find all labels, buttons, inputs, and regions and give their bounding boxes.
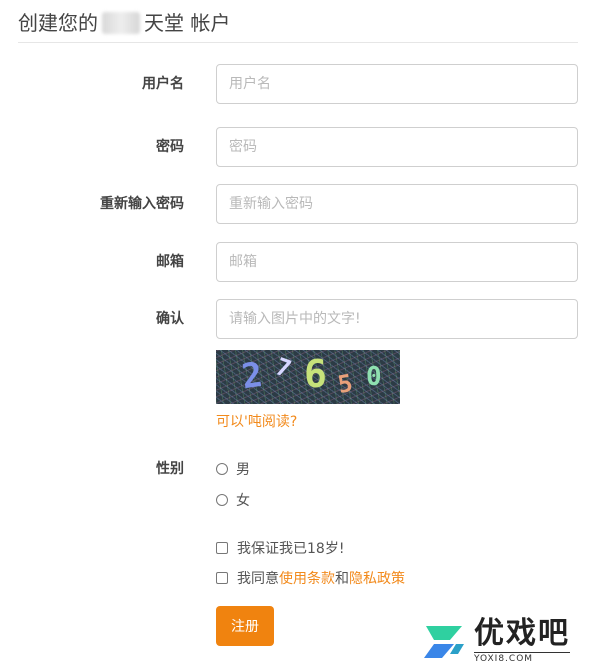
username-row: 用户名: [0, 64, 601, 104]
redacted-text: [102, 12, 140, 34]
captcha-image[interactable]: 2 7 6 5 0: [216, 350, 400, 404]
confirm-password-label: 重新输入密码: [100, 196, 184, 212]
username-label: 用户名: [142, 76, 184, 92]
age-confirm-checkbox[interactable]: [216, 542, 228, 554]
agree-checkbox-row[interactable]: 我同意 使用条款 和 隐私政策: [216, 567, 405, 589]
watermark: 优戏吧 YOXI8.COM: [420, 616, 601, 667]
page-header: 创建您的 天堂 帐户: [18, 8, 578, 43]
watermark-logo-icon: [424, 625, 464, 658]
captcha-input[interactable]: [216, 299, 578, 339]
age-confirm-label: 我保证我已18岁!: [237, 541, 345, 557]
watermark-domain: YOXI8.COM: [474, 652, 570, 665]
gender-option-label: 男: [236, 462, 250, 478]
title-suffix: 天堂 帐户: [144, 11, 231, 35]
radio-button[interactable]: [216, 463, 228, 475]
agree-prefix: 我同意: [237, 571, 279, 587]
username-input[interactable]: [216, 64, 578, 104]
confirm-password-input[interactable]: [216, 184, 578, 224]
agree-checkbox[interactable]: [216, 572, 228, 584]
captcha-help-link[interactable]: 可以'吨阅读?: [216, 412, 297, 432]
age-confirm-checkbox-row[interactable]: 我保证我已18岁!: [216, 537, 344, 559]
gender-label: 性别: [156, 461, 184, 477]
captcha-row: 确认: [0, 299, 601, 339]
gender-option-male[interactable]: 男: [216, 458, 250, 480]
password-input[interactable]: [216, 127, 578, 167]
confirm-password-row: 重新输入密码: [0, 184, 601, 224]
watermark-name: 优戏吧: [474, 616, 570, 651]
password-label: 密码: [156, 139, 184, 155]
watermark-text: 优戏吧 YOXI8.COM: [474, 618, 570, 665]
gender-option-label: 女: [236, 493, 250, 509]
captcha-digit: 6: [304, 352, 327, 396]
agree-and: 和: [335, 571, 349, 587]
password-row: 密码: [0, 127, 601, 167]
page-title: 创建您的 天堂 帐户: [18, 8, 578, 38]
terms-link[interactable]: 使用条款: [279, 568, 335, 588]
email-input[interactable]: [216, 242, 578, 282]
title-prefix: 创建您的: [18, 11, 98, 35]
captcha-label: 确认: [156, 311, 184, 327]
email-label: 邮箱: [156, 254, 184, 270]
radio-button[interactable]: [216, 494, 228, 506]
captcha-digit: 0: [366, 362, 382, 392]
privacy-link[interactable]: 隐私政策: [349, 568, 405, 588]
email-row: 邮箱: [0, 242, 601, 282]
register-button[interactable]: 注册: [216, 606, 274, 646]
gender-option-female[interactable]: 女: [216, 489, 250, 511]
